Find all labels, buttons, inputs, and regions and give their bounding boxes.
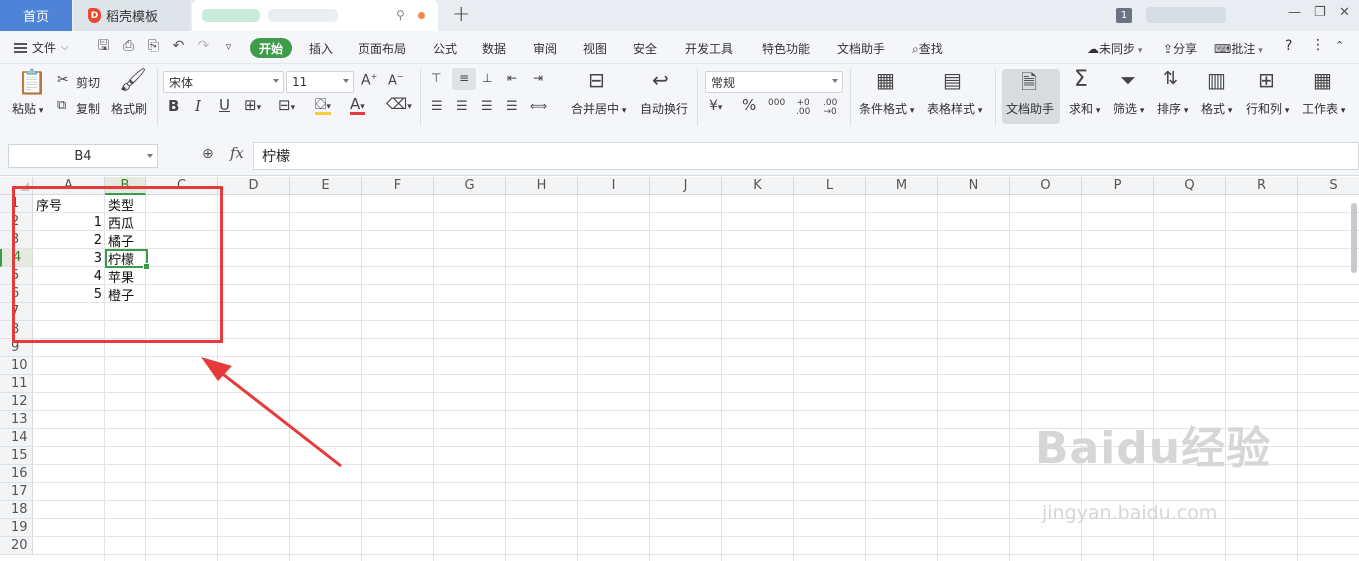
watermark-url: jingyan.baidu.com — [1042, 502, 1218, 524]
watermark-logo: Baidu经验 — [1035, 423, 1272, 474]
annotation-arrow — [201, 357, 342, 468]
annotation-arrow-shaft — [214, 366, 342, 468]
